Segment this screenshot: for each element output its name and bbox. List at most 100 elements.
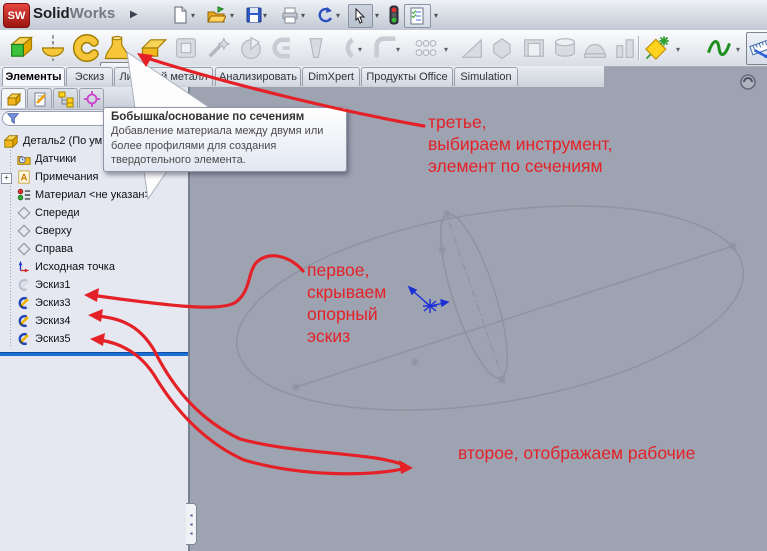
rib-icon [611, 34, 639, 62]
tab-sheet-metal[interactable]: Листовой металл [114, 67, 213, 86]
tree-item-front-plane[interactable]: Спереди [0, 204, 188, 222]
tab-simulation[interactable]: Simulation [454, 67, 518, 86]
displaymanager-crosshair-icon [83, 90, 101, 108]
tree-item-sketch4[interactable]: Эскиз4 [0, 312, 188, 330]
tooltip-body: Добавление материала между двумя или бол… [111, 124, 339, 168]
tree-item-label: Эскиз1 [35, 279, 71, 291]
traffic-light-icon[interactable] [388, 5, 400, 25]
collapse-arrow-icon: ◂ [189, 521, 192, 528]
tree-item-right-plane[interactable]: Справа [0, 240, 188, 258]
propertymanager-icon [31, 90, 49, 108]
tree-item-top-plane[interactable]: Сверху [0, 222, 188, 240]
configurationmanager-icon [57, 90, 75, 108]
measure-button[interactable] [746, 32, 767, 65]
shell-icon [520, 34, 548, 62]
brand-works: Works [70, 5, 116, 22]
tab-elements[interactable]: Элементы [2, 67, 65, 86]
dropdown-caret[interactable]: ▾ [434, 11, 438, 20]
sketch-geometry [222, 174, 757, 442]
hole-wizard-icon [204, 34, 232, 62]
wrap-icon [551, 34, 579, 62]
annotations-icon: A [17, 170, 31, 184]
sketch-icon [17, 296, 31, 310]
material-icon [17, 188, 31, 202]
app-title: SolidWorks [33, 5, 115, 22]
chamfer-icon [488, 34, 516, 62]
new-document-icon[interactable] [170, 5, 190, 25]
tree-item-label: Материал <не указан> [35, 189, 151, 201]
view-pane-toggle[interactable] [739, 73, 757, 91]
print-icon[interactable] [280, 5, 300, 25]
dropdown-caret: ▾ [358, 45, 362, 54]
dropdown-caret[interactable]: ▾ [263, 11, 267, 20]
extruded-cut-icon [172, 34, 200, 62]
lofted-boss-base-icon[interactable] [103, 34, 131, 62]
tree-item-sketch5[interactable]: Эскиз5 [0, 330, 188, 348]
solidworks-window: SW SolidWorks ▶ ▾ ▾ ▾ ▾ ▾ ▾ [0, 0, 767, 551]
tree-item-sketch1[interactable]: Эскиз1 [0, 276, 188, 294]
origin-icon [17, 260, 31, 274]
solidworks-logo-icon: SW [3, 3, 30, 28]
tree-item-sketch3[interactable]: Эскиз3 [0, 294, 188, 312]
title-bar: SW SolidWorks ▶ ▾ ▾ ▾ ▾ ▾ ▾ [0, 0, 767, 31]
undo-icon[interactable] [315, 5, 335, 25]
tab-dimxpert[interactable]: DimXpert [302, 67, 360, 86]
sketch-point-markers [292, 210, 737, 391]
tree-item-material[interactable]: Материал <не указан> [0, 186, 188, 204]
plane-icon [17, 206, 31, 220]
featuremanager-tree-icon [5, 90, 23, 108]
lofted-cut-icon [302, 34, 330, 62]
sketch-hidden-icon [17, 278, 31, 292]
dropdown-caret[interactable]: ▾ [301, 11, 305, 20]
dropdown-caret: ▾ [444, 45, 448, 54]
menu-expand-arrow-icon[interactable]: ▶ [130, 9, 138, 20]
displaymanager-tab[interactable] [79, 88, 104, 108]
tree-item-label: Эскиз3 [35, 297, 71, 309]
rollback-bar[interactable] [0, 352, 188, 356]
filter-funnel-icon [6, 112, 20, 125]
design-checker-button[interactable] [404, 4, 431, 28]
sensors-folder-icon [17, 152, 31, 166]
extruded-boss-base-icon[interactable] [7, 34, 35, 62]
swept-cut-icon [270, 34, 298, 62]
dome-icon [581, 34, 609, 62]
dropdown-caret[interactable]: ▾ [230, 11, 234, 20]
configurationmanager-tab[interactable] [53, 88, 78, 108]
select-tool-button[interactable] [348, 4, 373, 28]
toolbar-separator [638, 36, 640, 60]
tree-item-label: Сверху [35, 225, 72, 237]
plane-icon [17, 224, 31, 238]
propertymanager-tab[interactable] [27, 88, 52, 108]
boundary-boss-base-icon[interactable] [139, 34, 167, 62]
commandmanager-tabstrip: Элементы Эскиз Листовой металл Анализиро… [0, 66, 604, 87]
tree-item-label: Эскиз4 [35, 315, 71, 327]
tree-item-origin[interactable]: Исходная точка [0, 258, 188, 276]
tab-sketch[interactable]: Эскиз [66, 67, 113, 86]
dropdown-caret[interactable]: ▾ [191, 11, 195, 20]
tree-item-label: Спереди [35, 207, 80, 219]
revolved-boss-base-icon[interactable] [39, 34, 67, 62]
svg-text:A: A [21, 173, 28, 184]
collapse-arrow-icon: ◂ [189, 512, 192, 519]
tree-item-label: Деталь2 (По ум [23, 135, 102, 147]
swept-boss-base-icon[interactable] [72, 34, 100, 62]
spline-curve-icon[interactable] [705, 34, 733, 62]
brand-solid: Solid [33, 5, 70, 22]
draft-icon [458, 34, 486, 62]
featuremanager-tab[interactable] [1, 88, 26, 108]
plane-icon [17, 242, 31, 256]
instant3d-icon[interactable] [643, 34, 671, 62]
part-icon [3, 133, 19, 149]
tab-evaluate[interactable]: Анализировать [215, 67, 301, 86]
panel-collapse-handle[interactable]: ◂ ◂ ◂ [186, 503, 197, 545]
open-icon[interactable] [206, 5, 226, 25]
dropdown-caret[interactable]: ▾ [336, 11, 340, 20]
dropdown-caret[interactable]: ▾ [375, 11, 379, 20]
sketch-icon [17, 314, 31, 328]
select-cursor-icon [350, 6, 370, 26]
save-icon[interactable] [244, 5, 264, 25]
dropdown-caret[interactable]: ▾ [676, 45, 680, 54]
dropdown-caret[interactable]: ▾ [736, 45, 740, 54]
tree-item-label: Исходная точка [35, 261, 115, 273]
tab-office-products[interactable]: Продукты Office [361, 67, 453, 86]
